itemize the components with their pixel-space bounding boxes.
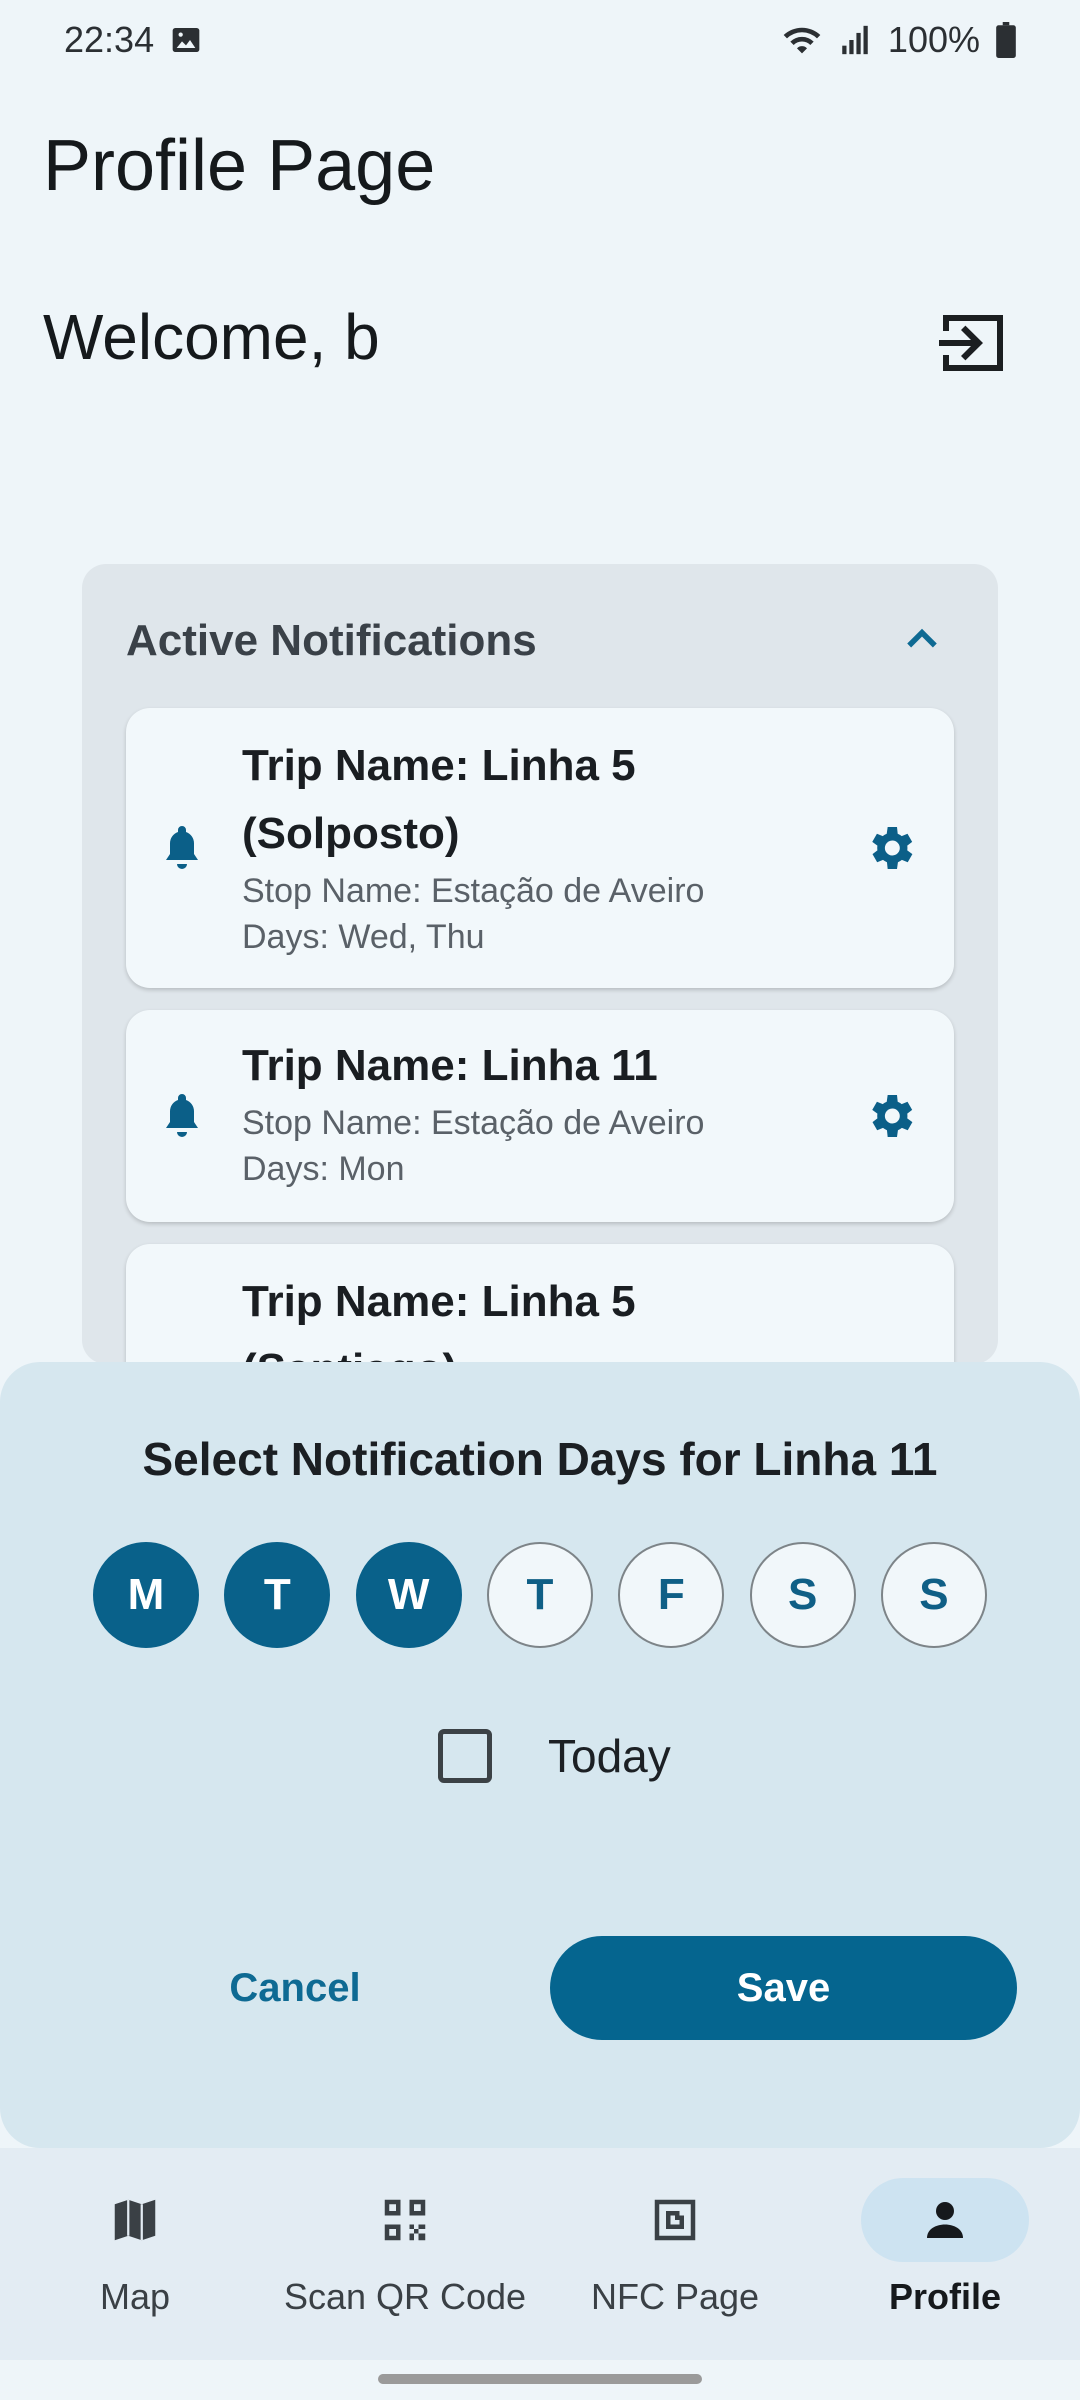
collapse-button[interactable] bbox=[900, 618, 944, 662]
today-checkbox[interactable] bbox=[438, 1729, 492, 1783]
trip-name: Trip Name: Linha 5 (Solposto) bbox=[242, 741, 636, 858]
day-toggle-saturday[interactable]: S bbox=[749, 1542, 856, 1648]
logout-button[interactable] bbox=[938, 308, 1008, 378]
notification-days: Days: Wed, Thu bbox=[242, 918, 485, 956]
gear-icon[interactable] bbox=[862, 1088, 918, 1144]
day-toggle-thursday[interactable]: T bbox=[486, 1542, 593, 1648]
day-toggle-friday[interactable]: F bbox=[618, 1542, 725, 1648]
today-option[interactable]: Today bbox=[438, 1726, 671, 1786]
day-toggle-sunday[interactable]: S bbox=[880, 1542, 987, 1648]
nav-label: Profile bbox=[888, 2276, 1002, 2317]
welcome-text: Welcome, b bbox=[43, 301, 380, 373]
nav-label: NFC Page bbox=[590, 2276, 760, 2317]
days-selector: M T W T F S S bbox=[93, 1542, 987, 1648]
stop-name: Stop Name: Estação de Aveiro bbox=[242, 872, 705, 910]
bell-icon bbox=[166, 826, 198, 869]
map-icon bbox=[114, 2199, 156, 2241]
bell-icon bbox=[166, 1094, 198, 1137]
nfc-icon bbox=[654, 2199, 696, 2241]
save-button[interactable]: Save bbox=[550, 1936, 1017, 2040]
notification-card[interactable]: Trip Name: Linha 5 (Santiago) bbox=[126, 1244, 954, 1364]
chevron-up-icon bbox=[907, 628, 937, 648]
qr-code-icon bbox=[384, 2199, 426, 2241]
active-notifications-panel: Active Notifications Trip Name: Linha 5 … bbox=[82, 564, 998, 1364]
nav-item-map[interactable]: Map bbox=[0, 2148, 270, 2360]
nav-label: Scan QR Code bbox=[283, 2276, 527, 2317]
signal-icon bbox=[842, 25, 868, 55]
image-icon bbox=[172, 28, 200, 52]
page-title: Profile Page bbox=[43, 126, 436, 206]
nav-item-profile[interactable]: Profile bbox=[810, 2148, 1080, 2360]
cancel-button[interactable]: Cancel bbox=[150, 1936, 440, 2040]
trip-name: Trip Name: Linha 5 (Santiago) bbox=[242, 1277, 636, 1364]
logout-icon bbox=[939, 315, 1003, 371]
status-bar: 22:34 100% bbox=[0, 0, 1080, 80]
gesture-bar[interactable] bbox=[378, 2374, 702, 2384]
battery-icon bbox=[996, 22, 1016, 58]
nav-item-nfc[interactable]: NFC Page bbox=[540, 2148, 810, 2360]
gear-icon[interactable] bbox=[862, 820, 918, 876]
today-label: Today bbox=[548, 1730, 671, 1782]
day-toggle-tuesday[interactable]: T bbox=[224, 1542, 331, 1648]
status-time: 22:34 bbox=[64, 19, 155, 60]
notification-days-sheet: Select Notification Days for Linha 11 M … bbox=[0, 1362, 1080, 2148]
sheet-title: Select Notification Days for Linha 11 bbox=[142, 1433, 938, 1485]
stop-name: Stop Name: Estação de Aveiro bbox=[242, 1104, 705, 1142]
day-toggle-monday[interactable]: M bbox=[93, 1542, 199, 1648]
nav-item-scan-qr[interactable]: Scan QR Code bbox=[270, 2148, 540, 2360]
bottom-navigation: Map Scan QR Code NFC Page Profile bbox=[0, 2148, 1080, 2360]
battery-percent: 100% bbox=[887, 19, 980, 60]
nav-label: Map bbox=[99, 2276, 171, 2317]
notification-card[interactable]: Trip Name: Linha 5 (Solposto) Stop Name:… bbox=[126, 708, 954, 988]
wifi-icon bbox=[783, 27, 821, 54]
person-icon bbox=[927, 2202, 963, 2238]
panel-title: Active Notifications bbox=[126, 616, 537, 665]
trip-name: Trip Name: Linha 11 bbox=[242, 1041, 658, 1090]
notification-days: Days: Mon bbox=[242, 1150, 405, 1188]
day-toggle-wednesday[interactable]: W bbox=[355, 1542, 462, 1648]
notification-card[interactable]: Trip Name: Linha 11 Stop Name: Estação d… bbox=[126, 1010, 954, 1222]
